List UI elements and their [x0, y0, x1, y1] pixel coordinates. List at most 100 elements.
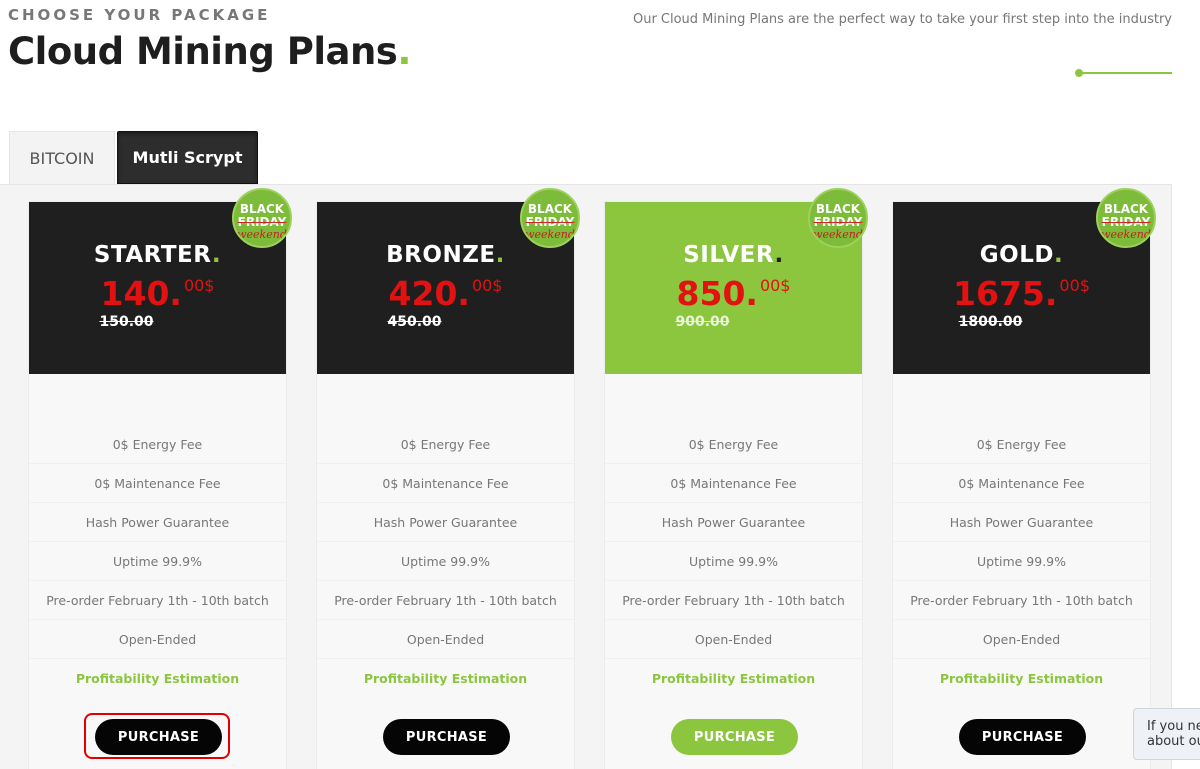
purchase-button-bronze[interactable]: PURCHASE: [383, 719, 510, 755]
plan-card-silver: BLACK FRIDAY weekend SILVER. 850. 00$ 900.…: [604, 188, 868, 769]
profitability-estimation-link[interactable]: Profitability Estimation: [893, 659, 1150, 698]
section-tagline: Our Cloud Mining Plans are the perfect w…: [632, 12, 1172, 27]
plan-price-cents: 00$: [471, 276, 503, 295]
pricing-page: CHOOSE YOUR PACKAGE Cloud Mining Plans. …: [0, 0, 1200, 769]
feature-uptime: Uptime 99.9%: [29, 542, 286, 581]
chat-widget[interactable]: If you ne about ou: [1133, 708, 1200, 760]
tab-bitcoin[interactable]: BITCOIN: [9, 131, 115, 184]
feature-maintenance-fee: 0$ Maintenance Fee: [317, 464, 574, 503]
plan-old-price: 900.00: [675, 314, 730, 330]
title-dot: .: [397, 30, 411, 73]
plan-name-dot: .: [495, 242, 505, 268]
badge-line2: FRIDAY: [237, 215, 287, 229]
badge-line3: weekend: [813, 228, 863, 241]
feature-preorder: Pre-order February 1th - 10th batch: [317, 581, 574, 620]
profitability-estimation-link[interactable]: Profitability Estimation: [605, 659, 862, 698]
plan-price: 140. 00$: [29, 274, 286, 313]
plan-header: BLACK FRIDAY weekend BRONZE. 420. 00$ 450.…: [317, 188, 580, 374]
purchase-button-silver[interactable]: PURCHASE: [671, 719, 798, 755]
tab-multi-scrypt[interactable]: Mutli Scrypt: [117, 131, 258, 184]
section-eyebrow: CHOOSE YOUR PACKAGE: [8, 6, 271, 24]
feature-maintenance-fee: 0$ Maintenance Fee: [29, 464, 286, 503]
feature-energy-fee: 0$ Energy Fee: [29, 425, 286, 464]
plan-price: 420. 00$: [317, 274, 574, 313]
badge-line1: BLACK: [1103, 202, 1149, 216]
decorative-line: [1080, 72, 1172, 74]
chat-line1: If you ne: [1147, 719, 1200, 734]
decorative-dot: [1075, 69, 1083, 77]
feature-uptime: Uptime 99.9%: [893, 542, 1150, 581]
feature-open-ended: Open-Ended: [893, 620, 1150, 659]
plan-card-starter: BLACK FRIDAY weekend STARTER. 140. 00$ 150…: [28, 188, 292, 769]
profitability-estimation-link[interactable]: Profitability Estimation: [317, 659, 574, 698]
feature-list: 0$ Energy Fee 0$ Maintenance Fee Hash Po…: [893, 374, 1150, 698]
badge-line1: BLACK: [527, 202, 573, 216]
feature-hash-power: Hash Power Guarantee: [29, 503, 286, 542]
feature-list: 0$ Energy Fee 0$ Maintenance Fee Hash Po…: [317, 374, 574, 698]
black-friday-badge: BLACK FRIDAY weekend: [1096, 188, 1156, 248]
feature-maintenance-fee: 0$ Maintenance Fee: [605, 464, 862, 503]
black-friday-badge: BLACK FRIDAY weekend: [232, 188, 292, 248]
plan-name: SILVER.: [605, 242, 862, 268]
plan-name-text: STARTER: [93, 242, 212, 268]
plan-name: BRONZE.: [317, 242, 574, 268]
badge-line2: FRIDAY: [813, 215, 863, 229]
feature-hash-power: Hash Power Guarantee: [317, 503, 574, 542]
plan-header: BLACK FRIDAY weekend GOLD. 1675. 00$ 1800.…: [893, 188, 1156, 374]
feature-energy-fee: 0$ Energy Fee: [317, 425, 574, 464]
chat-line2: about ou: [1147, 734, 1200, 749]
plan-price-main: 420.: [388, 274, 470, 313]
feature-list: 0$ Energy Fee 0$ Maintenance Fee Hash Po…: [29, 374, 286, 698]
plan-price-cents: 00$: [759, 276, 791, 295]
feature-hash-power: Hash Power Guarantee: [893, 503, 1150, 542]
page-title-text: Cloud Mining Plans: [8, 30, 398, 73]
plan-header: BLACK FRIDAY weekend SILVER. 850. 00$ 900.…: [605, 188, 868, 374]
profitability-estimation-link[interactable]: Profitability Estimation: [29, 659, 286, 698]
plan-card-gold: BLACK FRIDAY weekend GOLD. 1675. 00$ 1800.…: [892, 188, 1156, 769]
feature-maintenance-fee: 0$ Maintenance Fee: [893, 464, 1150, 503]
badge-line3: weekend: [1101, 228, 1151, 241]
plan-price-main: 1675.: [953, 274, 1058, 313]
plan-name-dot: .: [774, 242, 784, 268]
black-friday-badge: BLACK FRIDAY weekend: [808, 188, 868, 248]
plan-name-text: BRONZE: [386, 242, 496, 268]
plan-price: 850. 00$: [605, 274, 862, 313]
plan-name-text: GOLD: [979, 242, 1054, 268]
badge-line1: BLACK: [815, 202, 861, 216]
plan-name: GOLD.: [893, 242, 1150, 268]
badge-text: BLACK FRIDAY: [522, 203, 578, 229]
badge-line2: FRIDAY: [1101, 215, 1151, 229]
feature-preorder: Pre-order February 1th - 10th batch: [893, 581, 1150, 620]
feature-open-ended: Open-Ended: [605, 620, 862, 659]
plan-price-cents: 00$: [1059, 276, 1090, 295]
badge-text: BLACK FRIDAY: [1098, 203, 1154, 229]
black-friday-badge: BLACK FRIDAY weekend: [520, 188, 580, 248]
badge-line2: FRIDAY: [525, 215, 575, 229]
plan-card-bronze: BLACK FRIDAY weekend BRONZE. 420. 00$ 450.…: [316, 188, 580, 769]
feature-open-ended: Open-Ended: [317, 620, 574, 659]
feature-open-ended: Open-Ended: [29, 620, 286, 659]
page-title: Cloud Mining Plans.: [8, 30, 411, 73]
feature-hash-power: Hash Power Guarantee: [605, 503, 862, 542]
feature-uptime: Uptime 99.9%: [317, 542, 574, 581]
plan-price-main: 140.: [100, 274, 182, 313]
badge-text: BLACK FRIDAY: [234, 203, 290, 229]
plan-price: 1675. 00$: [893, 274, 1150, 313]
plan-name: STARTER.: [29, 242, 286, 268]
plan-old-price: 1800.00: [958, 314, 1023, 330]
plan-old-price: 450.00: [387, 314, 442, 330]
plan-name-text: SILVER: [683, 242, 775, 268]
plan-name-dot: .: [211, 242, 222, 268]
feature-list: 0$ Energy Fee 0$ Maintenance Fee Hash Po…: [605, 374, 862, 698]
plan-header: BLACK FRIDAY weekend STARTER. 140. 00$ 150…: [29, 188, 292, 374]
feature-uptime: Uptime 99.9%: [605, 542, 862, 581]
badge-text: BLACK FRIDAY: [810, 203, 866, 229]
plan-name-dot: .: [1053, 242, 1064, 268]
badge-line1: BLACK: [239, 202, 285, 216]
feature-preorder: Pre-order February 1th - 10th batch: [605, 581, 862, 620]
badge-line3: weekend: [237, 228, 287, 241]
feature-energy-fee: 0$ Energy Fee: [605, 425, 862, 464]
purchase-button-gold[interactable]: PURCHASE: [959, 719, 1086, 755]
feature-preorder: Pre-order February 1th - 10th batch: [29, 581, 286, 620]
plan-price-main: 850.: [676, 274, 758, 313]
